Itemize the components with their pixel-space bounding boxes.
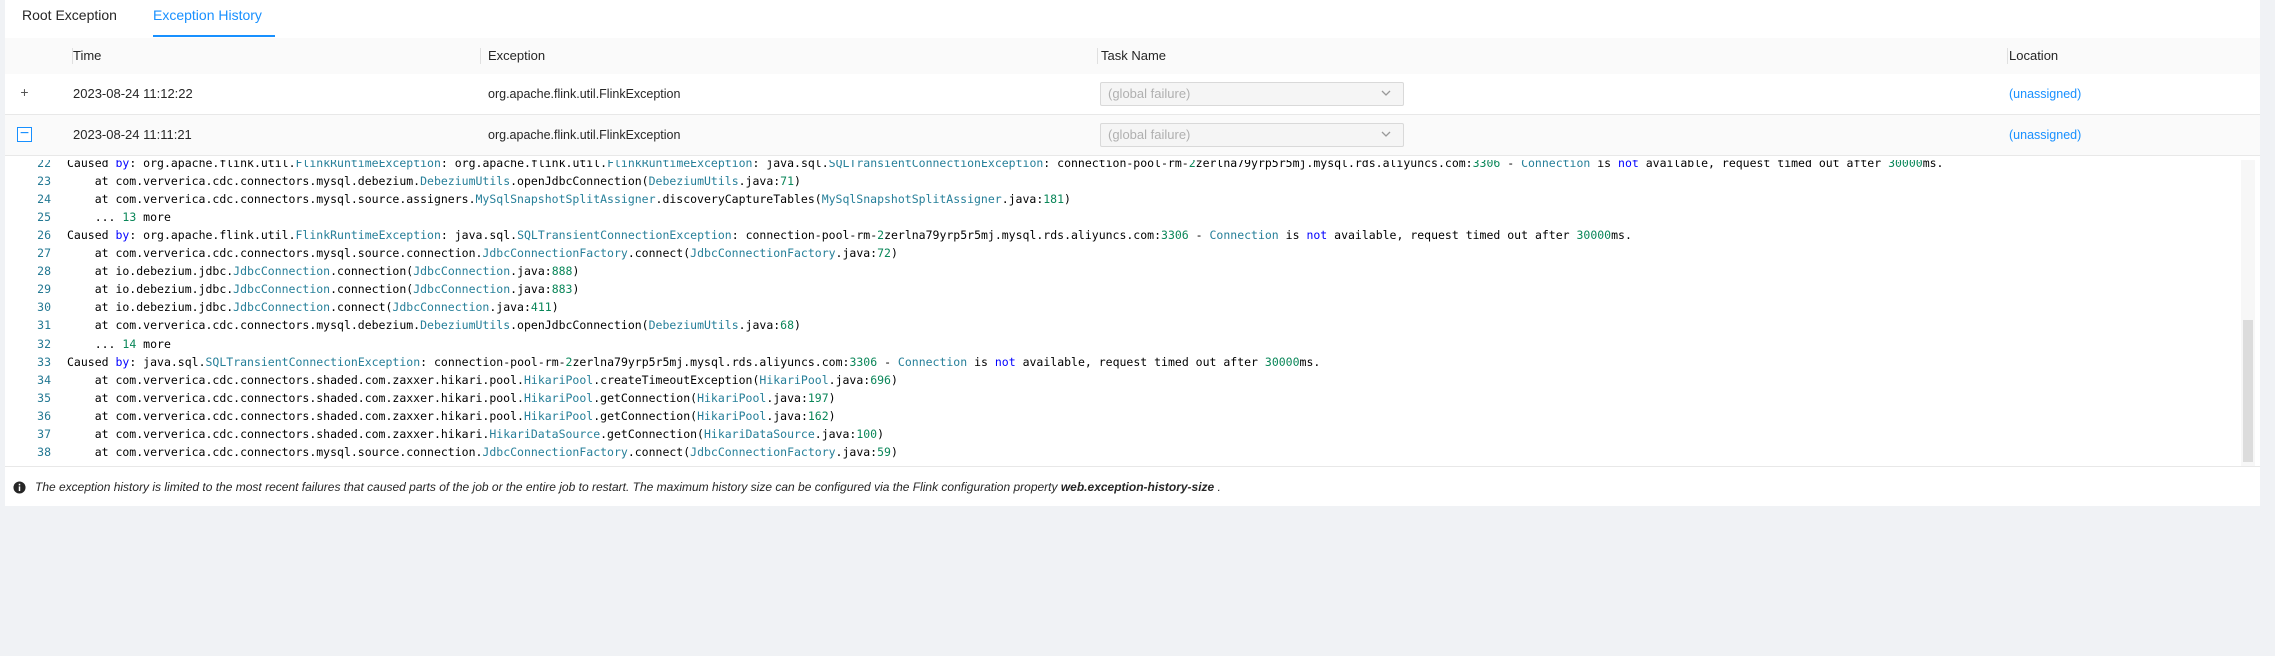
stacktrace-line: 37 at com.ververica.cdc.connectors.shade… xyxy=(5,425,884,443)
line-number: 30 xyxy=(37,300,51,315)
task-name-select-value: (global failure) xyxy=(1108,127,1191,142)
line-text: at com.ververica.cdc.connectors.mysql.de… xyxy=(67,318,801,333)
column-header-time: Time xyxy=(73,48,102,63)
row-time: 2023-08-24 11:11:21 xyxy=(73,127,192,142)
chevron-down-icon xyxy=(1381,131,1391,137)
column-divider xyxy=(2007,48,2008,64)
line-text: at io.debezium.jdbc.JdbcConnection.conne… xyxy=(67,264,580,279)
stacktrace-line: 25 ... 13 more xyxy=(5,208,171,226)
line-number: 23 xyxy=(37,174,51,189)
info-icon xyxy=(13,481,26,494)
line-text: at com.ververica.cdc.connectors.mysql.so… xyxy=(67,192,1071,207)
stacktrace-line: 30 at io.debezium.jdbc.JdbcConnection.co… xyxy=(5,298,559,316)
line-number: 33 xyxy=(37,354,51,369)
line-text: ... 13 more xyxy=(67,210,171,225)
line-number: 37 xyxy=(37,426,51,441)
expand-row-button[interactable]: + xyxy=(17,85,32,101)
task-name-select-value: (global failure) xyxy=(1108,86,1191,101)
row-time: 2023-08-24 11:12:22 xyxy=(73,86,193,101)
table-header: Time Exception Task Name Location xyxy=(5,38,2260,75)
line-text: at com.ververica.cdc.connectors.shaded.c… xyxy=(67,390,836,405)
stacktrace-line: 33 Caused by: java.sql.SQLTransientConnec… xyxy=(5,353,1320,371)
line-number: 25 xyxy=(37,210,51,225)
table-row[interactable]: + 2023-08-24 11:12:22 org.apache.flink.u… xyxy=(5,74,2260,115)
line-text: ... 14 more xyxy=(67,336,171,351)
line-number: 38 xyxy=(37,444,51,459)
line-number: 29 xyxy=(37,282,51,297)
line-text: Caused by: java.sql.SQLTransientConnecti… xyxy=(67,354,1321,369)
stacktrace-viewer[interactable]: 38 at com.ververica.cdc.connectors.mysql… xyxy=(5,160,2260,467)
line-number: 26 xyxy=(37,228,51,243)
stacktrace-line: 31 at com.ververica.cdc.connectors.mysql… xyxy=(5,316,801,334)
line-number: 32 xyxy=(37,336,51,351)
column-header-task-name: Task Name xyxy=(1101,48,1167,63)
column-header-location: Location xyxy=(2009,48,2059,63)
line-number: 24 xyxy=(37,192,51,207)
line-number: 34 xyxy=(37,372,51,387)
line-number: 27 xyxy=(37,246,51,261)
stacktrace-line: 22 Caused by: org.apache.flink.util.Flink… xyxy=(5,160,1943,172)
task-name-select[interactable]: (global failure) xyxy=(1100,123,1404,147)
location-link[interactable]: (unassigned) xyxy=(2009,115,2081,155)
line-text: at com.ververica.cdc.connectors.mysql.de… xyxy=(67,174,801,189)
line-text: Caused by: org.apache.flink.util.FlinkRu… xyxy=(67,228,1632,243)
note-text: The exception history is limited to the … xyxy=(35,468,1221,506)
stacktrace-line: 36 at com.ververica.cdc.connectors.shade… xyxy=(5,407,836,425)
line-number: 28 xyxy=(37,264,51,279)
line-text: at com.ververica.cdc.connectors.mysql.so… xyxy=(67,444,898,459)
chevron-down-icon xyxy=(1381,90,1391,96)
line-text: at io.debezium.jdbc.JdbcConnection.conne… xyxy=(67,282,580,297)
line-text: at com.ververica.cdc.connectors.shaded.c… xyxy=(67,426,885,441)
task-name-select[interactable]: (global failure) xyxy=(1100,82,1404,106)
tab-root-exception[interactable]: Root Exception xyxy=(22,0,117,38)
scrollbar-thumb[interactable] xyxy=(2243,320,2253,462)
row-exception: org.apache.flink.util.FlinkException xyxy=(488,87,681,101)
column-divider xyxy=(1097,48,1098,64)
line-text: at com.ververica.cdc.connectors.shaded.c… xyxy=(67,408,836,423)
config-property: web.exception-history-size xyxy=(1060,480,1215,494)
column-header-exception: Exception xyxy=(488,48,546,63)
stacktrace-line: 24 at com.ververica.cdc.connectors.mysql… xyxy=(5,190,1071,208)
column-divider xyxy=(480,48,481,64)
stacktrace-line: 32 ... 14 more xyxy=(5,335,171,353)
tab-exception-history[interactable]: Exception History xyxy=(153,0,262,38)
collapse-row-button[interactable]: − xyxy=(17,126,32,142)
stacktrace-line: 23 at com.ververica.cdc.connectors.mysql… xyxy=(5,172,801,190)
table-row[interactable]: − 2023-08-24 11:11:21 org.apache.flink.u… xyxy=(5,115,2260,156)
stacktrace-line: 28 at io.debezium.jdbc.JdbcConnection.co… xyxy=(5,262,579,280)
note-suffix: . xyxy=(1214,480,1221,494)
note-body: The exception history is limited to the … xyxy=(35,480,1061,494)
line-number: 35 xyxy=(37,390,51,405)
stacktrace-line: 27 at com.ververica.cdc.connectors.mysql… xyxy=(5,244,898,262)
line-text: at com.ververica.cdc.connectors.shaded.c… xyxy=(67,372,898,387)
stacktrace-line: 26 Caused by: org.apache.flink.util.Flink… xyxy=(5,226,1632,244)
history-limit-note: The exception history is limited to the … xyxy=(5,468,2260,506)
tab-bar: Root Exception Exception History xyxy=(5,0,2260,39)
line-number: 36 xyxy=(37,408,51,423)
stacktrace-line: 38 at com.ververica.cdc.connectors.mysql… xyxy=(5,443,898,461)
line-text: Caused by: org.apache.flink.util.FlinkRu… xyxy=(67,160,1944,170)
exception-panel: Root Exception Exception History Time Ex… xyxy=(5,0,2260,506)
line-text: at com.ververica.cdc.connectors.mysql.so… xyxy=(67,246,898,261)
row-exception: org.apache.flink.util.FlinkException xyxy=(488,128,681,142)
location-link[interactable]: (unassigned) xyxy=(2009,74,2081,114)
stacktrace-line: 35 at com.ververica.cdc.connectors.shade… xyxy=(5,389,836,407)
active-tab-indicator xyxy=(153,35,275,37)
stacktrace-line: 29 at io.debezium.jdbc.JdbcConnection.co… xyxy=(5,280,579,298)
line-number: 22 xyxy=(37,160,51,170)
line-text: at io.debezium.jdbc.JdbcConnection.conne… xyxy=(67,300,559,315)
stacktrace-line: 34 at com.ververica.cdc.connectors.shade… xyxy=(5,371,898,389)
line-number: 31 xyxy=(37,318,51,333)
